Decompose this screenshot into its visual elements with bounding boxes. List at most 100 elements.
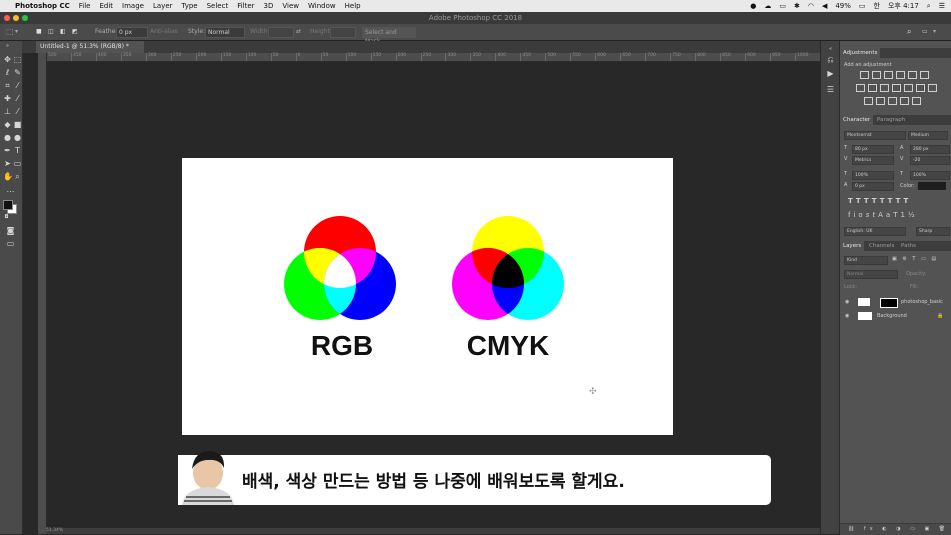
dodge-tool-icon[interactable]: ● [13,133,22,142]
marquee-tool-icon[interactable]: ⬚ [6,27,14,37]
pen-tool-icon[interactable]: ✒ [3,146,12,155]
tab-adjustments[interactable]: Adjustments [840,48,881,58]
layer-filter-icons[interactable]: ▣ ⚙ T ▭ ▤ [892,256,938,262]
horizontal-scale-input[interactable]: 100% [910,171,950,180]
type-tool-icon[interactable]: T [13,146,22,155]
menu-edit[interactable]: Edit [99,2,113,10]
tab-paragraph[interactable]: Paragraph [874,115,908,125]
anti-alias-select[interactable]: Sharp [916,227,950,236]
swap-icon[interactable]: ⇄ [296,27,301,37]
battery-icon[interactable]: ▭ [859,2,866,10]
font-style-select[interactable]: Medium [908,131,948,140]
minimize-window-icon[interactable] [13,15,19,21]
intersect-selection-icon[interactable]: ◩ [72,27,78,37]
brightness-contrast-icon[interactable] [860,71,869,79]
visibility-eye-icon[interactable]: ◉ [845,299,849,305]
opentype-buttons[interactable]: fiostAaT1½ [848,211,918,219]
volume-icon[interactable]: ◀ [822,2,827,10]
shape-tool-icon[interactable]: ▭ [13,159,22,168]
airplay-icon[interactable]: ▭ [779,2,786,10]
workspace-icon[interactable]: ▭ [922,27,928,37]
black-white-icon[interactable] [868,84,877,92]
hue-saturation-icon[interactable] [920,71,929,79]
font-family-select[interactable]: Montserrat [844,131,906,140]
feather-input[interactable]: 0 px [116,27,148,38]
zoom-tool-icon[interactable]: ⌕ [13,172,22,181]
menu-image[interactable]: Image [122,2,144,10]
horizontal-ruler[interactable]: 500 450 400 350 300 250 200 150 100 50 0 50 100 150 20… [46,53,820,62]
clock[interactable]: 오후 4:17 [888,1,919,11]
invert-icon[interactable] [916,84,925,92]
history-panel-icon[interactable]: ⎌ [826,55,835,64]
blend-mode-select[interactable]: Normal [844,270,898,279]
visibility-eye-icon[interactable]: ◉ [845,313,849,319]
layer-filter-kind-select[interactable]: Kind [844,256,888,265]
exposure-icon[interactable] [896,71,905,79]
default-colors-icon[interactable]: ◘ [2,213,11,222]
layer-name[interactable]: photoshop_basic [901,299,943,305]
color-lookup-icon[interactable] [904,84,913,92]
font-size-input[interactable]: 80 px [852,145,894,154]
tab-layers[interactable]: Layers [840,241,865,251]
leading-input[interactable]: 280 px [910,145,950,154]
move-tool-icon[interactable]: ✥ [3,55,12,64]
crop-tool-icon[interactable]: ⌗ [3,81,12,90]
type-style-buttons[interactable]: TTTTTTTT [848,197,911,205]
zoom-level[interactable]: 51.34% [46,528,63,533]
gradient-map-icon[interactable] [876,97,885,105]
pattern-fill-icon[interactable] [900,97,909,105]
menu-3d[interactable]: 3D [264,2,274,10]
collapse-panels-icon[interactable]: « [826,45,835,54]
layer-row[interactable]: ◉ photoshop_basic [840,296,951,309]
menu-list-icon[interactable]: ☰ [939,2,945,10]
eyedropper-tool-icon[interactable]: ⁄ [13,81,22,90]
layer-row[interactable]: ◉ Background 🔒 [840,310,951,323]
gradient-tool-icon[interactable]: ■ [13,120,22,129]
gradient-fill-icon[interactable] [912,97,921,105]
vertical-ruler[interactable] [38,53,47,534]
menu-view[interactable]: View [282,2,299,10]
collapse-toolbar-icon[interactable]: » [3,42,12,51]
channel-mixer-icon[interactable] [892,84,901,92]
anti-alias-checkbox[interactable]: Anti-alias [150,27,178,37]
close-window-icon[interactable] [4,15,10,21]
tool-preset-chevron-icon[interactable]: ▾ [15,27,18,37]
menu-type[interactable]: Type [182,2,198,10]
actions-panel-icon[interactable]: ▶ [826,69,835,78]
threshold-icon[interactable] [864,97,873,105]
language-select[interactable]: English: UK [844,227,906,236]
posterize-icon[interactable] [928,84,937,92]
layer-action-icons[interactable]: ⛓ fx ◐ ◑ ▭ ▣ 🗑 [848,526,949,532]
history-brush-tool-icon[interactable]: ⁄ [13,107,22,116]
levels-icon[interactable] [872,71,881,79]
quick-select-tool-icon[interactable]: ✎ [13,68,22,77]
menu-select[interactable]: Select [207,2,229,10]
select-and-mask-button[interactable]: Select and Mask... [362,27,416,45]
lasso-tool-icon[interactable]: ℓ [3,68,12,77]
input-source-icon[interactable]: 한 [874,1,880,11]
photo-filter-icon[interactable] [880,84,889,92]
healing-tool-icon[interactable]: ✚ [3,94,12,103]
wifi-icon[interactable]: ◠ [808,2,814,10]
foreground-color-swatch[interactable] [3,200,13,210]
document-canvas[interactable]: RGB CMYK ✣ [182,158,673,435]
baseline-shift-input[interactable]: 0 px [852,182,894,191]
zoom-window-icon[interactable] [22,15,28,21]
menu-layer[interactable]: Layer [153,2,173,10]
record-icon[interactable]: ● [750,2,756,10]
clone-stamp-tool-icon[interactable]: ⊥ [3,107,12,116]
hand-tool-icon[interactable]: ✋ [3,172,13,181]
tab-channels[interactable]: Channels [866,241,897,251]
screen-mode-icon[interactable]: ▭ [6,239,15,248]
menu-help[interactable]: Help [345,2,361,10]
tab-paths[interactable]: Paths [898,241,919,251]
tracking-input[interactable]: -20 [910,156,950,165]
text-color-swatch[interactable] [918,182,946,190]
path-select-tool-icon[interactable]: ➤ [3,159,12,168]
document-tab[interactable]: Untitled-1 @ 51.3% (RGB/8) * [36,41,144,53]
cloud-icon[interactable]: ☁ [764,2,771,10]
menu-window[interactable]: Window [308,2,336,10]
bluetooth-icon[interactable]: ✱ [794,2,800,10]
add-selection-icon[interactable]: ◫ [48,27,54,37]
style-select[interactable]: Normal [205,27,245,38]
